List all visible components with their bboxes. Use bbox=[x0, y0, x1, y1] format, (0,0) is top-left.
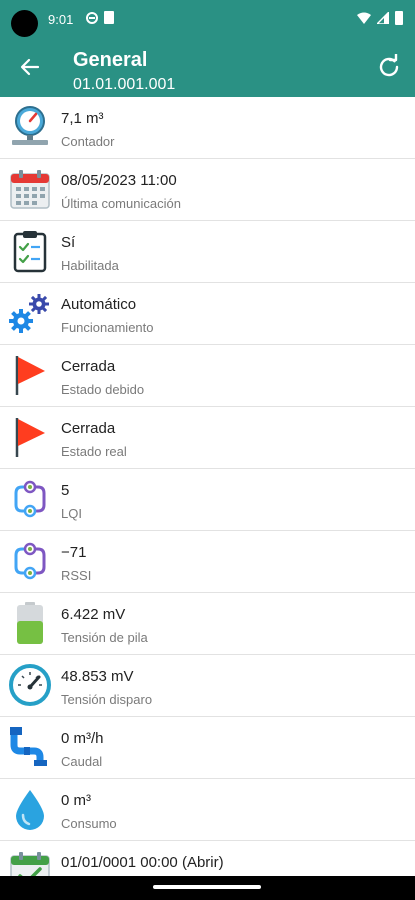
item-label: LQI bbox=[61, 506, 82, 521]
list-item[interactable]: 6.422 mV Tensión de pila bbox=[0, 593, 415, 655]
item-label: Caudal bbox=[61, 754, 103, 769]
list-item[interactable]: 08/05/2023 11:00 Última comunicación bbox=[0, 159, 415, 221]
back-button[interactable] bbox=[10, 47, 50, 87]
item-label: Última comunicación bbox=[61, 196, 181, 211]
item-value: 01/01/0001 00:00 (Abrir) bbox=[61, 854, 224, 871]
detail-list: 7,1 m³ Contador 08/05/2023 11:00 Última … bbox=[0, 97, 415, 900]
red-flag-icon bbox=[15, 418, 45, 457]
item-value: 6.422 mV bbox=[61, 606, 126, 623]
item-value: Sí bbox=[61, 234, 76, 251]
signal-icon bbox=[377, 12, 389, 24]
item-value: Cerrada bbox=[61, 358, 116, 375]
page-title: General bbox=[73, 49, 148, 71]
app-bar: General 01.01.001.001 bbox=[0, 38, 415, 97]
battery-status-icon bbox=[395, 11, 403, 25]
list-item[interactable]: 48.853 mV Tensión disparo bbox=[0, 655, 415, 717]
wifi-icon bbox=[357, 12, 371, 24]
item-value: Cerrada bbox=[61, 420, 116, 437]
item-label: Funcionamiento bbox=[61, 320, 154, 335]
water-drop-icon bbox=[16, 790, 44, 830]
refresh-button[interactable] bbox=[369, 47, 409, 87]
voltage-gauge-icon bbox=[9, 664, 51, 706]
list-item[interactable]: 0 m³/h Caudal bbox=[0, 717, 415, 779]
clipboard-check-icon bbox=[13, 231, 47, 273]
home-gesture-handle[interactable] bbox=[153, 885, 261, 889]
list-item[interactable]: Cerrada Estado real bbox=[0, 407, 415, 469]
pipe-flow-icon bbox=[10, 727, 47, 766]
list-item[interactable]: 5 LQI bbox=[0, 469, 415, 531]
meter-gauge-icon bbox=[12, 106, 48, 145]
item-value: −71 bbox=[61, 544, 87, 561]
system-navigation-bar bbox=[0, 876, 415, 900]
arrow-back-icon bbox=[20, 58, 40, 76]
status-bar: 9:01 bbox=[0, 0, 415, 38]
list-item[interactable]: Sí Habilitada bbox=[0, 221, 415, 283]
gears-icon bbox=[9, 294, 49, 333]
item-label: Habilitada bbox=[61, 258, 119, 273]
page-subtitle: 01.01.001.001 bbox=[73, 76, 176, 93]
item-value: Automático bbox=[61, 296, 137, 313]
item-label: Consumo bbox=[61, 816, 117, 831]
list-item[interactable]: 0 m³ Consumo bbox=[0, 779, 415, 841]
item-label: Tensión disparo bbox=[61, 692, 153, 707]
item-value: 7,1 m³ bbox=[61, 110, 104, 127]
status-indicators bbox=[357, 11, 403, 25]
calendar-icon bbox=[10, 170, 50, 209]
refresh-icon bbox=[379, 54, 399, 77]
vpn-icon bbox=[86, 12, 98, 24]
item-value: 0 m³/h bbox=[61, 730, 104, 747]
red-flag-icon bbox=[15, 356, 45, 395]
item-label: Contador bbox=[61, 134, 115, 149]
item-label: Estado real bbox=[61, 444, 127, 459]
list-item[interactable]: 7,1 m³ Contador bbox=[0, 97, 415, 159]
list-item[interactable]: −71 RSSI bbox=[0, 531, 415, 593]
camera-cutout bbox=[11, 10, 38, 37]
status-time: 9:01 bbox=[48, 12, 74, 27]
link-quality-icon bbox=[14, 480, 46, 518]
list-item[interactable]: Cerrada Estado debido bbox=[0, 345, 415, 407]
item-value: 08/05/2023 11:00 bbox=[61, 172, 177, 189]
list-item[interactable]: Automático Funcionamiento bbox=[0, 283, 415, 345]
item-label: Estado debido bbox=[61, 382, 145, 397]
item-label: RSSI bbox=[61, 568, 92, 583]
battery-icon bbox=[17, 602, 43, 644]
signal-strength-icon bbox=[14, 542, 46, 580]
item-value: 48.853 mV bbox=[61, 668, 134, 685]
item-value: 5 bbox=[61, 482, 70, 499]
item-label: Tensión de pila bbox=[61, 630, 148, 645]
sim-card-icon bbox=[104, 11, 114, 24]
item-value: 0 m³ bbox=[61, 792, 91, 809]
